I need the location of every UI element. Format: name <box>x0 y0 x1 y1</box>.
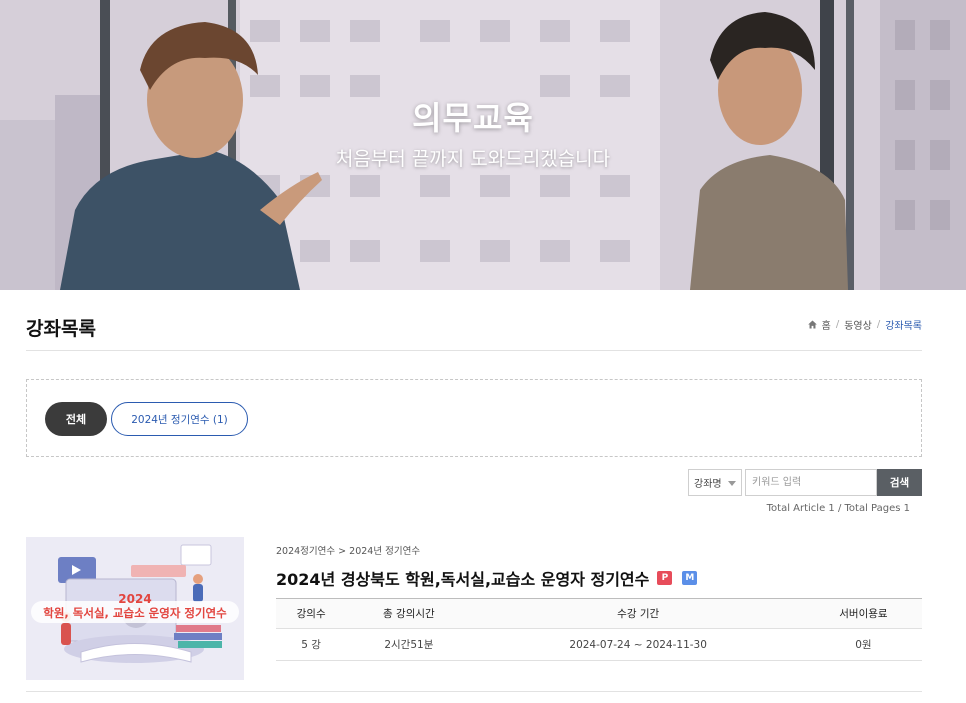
breadcrumb-current[interactable]: 강좌목록 <box>885 317 922 332</box>
server-fee: 0원 <box>804 628 922 661</box>
filter-all-button[interactable]: 전체 <box>45 402 107 436</box>
breadcrumb-home[interactable]: 홈 <box>822 317 831 332</box>
category-path-1[interactable]: 2024정기연수 <box>276 546 335 557</box>
total-count: Total Article 1 / Total Pages 1 <box>766 503 910 514</box>
page-title: 강좌목록 <box>26 318 96 340</box>
search-field-select[interactable]: 강좌명 <box>688 469 742 496</box>
breadcrumb-separator: / <box>835 319 840 330</box>
chevron-down-icon <box>728 481 736 486</box>
course-thumbnail[interactable]: 2024 학원, 독서실, 교습소 운영자 정기연수 <box>26 537 244 680</box>
search-select-value: 강좌명 <box>694 479 722 490</box>
course-info-table: 강의수 총 강의시간 수강 기간 서버이용료 5 강 2시간51분 2024-0… <box>276 598 922 661</box>
filter-category-button[interactable]: 2024년 정기연수 (1) <box>111 402 248 436</box>
divider <box>26 350 922 351</box>
table-header: 총 강의시간 <box>346 598 472 629</box>
table-header: 서버이용료 <box>804 598 922 629</box>
table-header: 수강 기간 <box>471 598 805 629</box>
total-lecture-time: 2시간51분 <box>346 628 472 661</box>
badge-pc: P <box>657 571 673 585</box>
course-title[interactable]: 2024년 경상북도 학원,독서실,교습소 운영자 정기연수 <box>276 566 649 590</box>
hero-banner: 의무교육 처음부터 끝까지 도와드리겠습니다 <box>0 0 966 290</box>
category-path-2[interactable]: 2024년 정기연수 <box>349 546 420 557</box>
divider <box>26 691 922 692</box>
badge-mobile: M <box>682 571 698 585</box>
table-row: 5 강 2시간51분 2024-07-24 ~ 2024-11-30 0원 <box>276 628 922 661</box>
breadcrumb: 홈 / 동영상 / 강좌목록 <box>807 317 922 332</box>
hero-title: 의무교육 <box>412 99 534 137</box>
lecture-count: 5 강 <box>276 628 347 661</box>
course-category-path: 2024정기연수 > 2024년 정기연수 <box>276 543 420 557</box>
breadcrumb-video[interactable]: 동영상 <box>844 317 872 332</box>
course-title-row[interactable]: 2024년 경상북도 학원,독서실,교습소 운영자 정기연수 P M <box>276 566 698 590</box>
hero-subtitle: 처음부터 끝까지 도와드리겠습니다 <box>335 148 611 170</box>
home-icon[interactable] <box>807 320 817 329</box>
enrollment-period: 2024-07-24 ~ 2024-11-30 <box>471 628 805 661</box>
table-header: 강의수 <box>276 598 347 629</box>
chevron-right-icon: > <box>338 546 347 557</box>
thumbnail-year: 2024 <box>118 592 152 606</box>
search-button[interactable]: 검색 <box>877 469 922 496</box>
breadcrumb-separator: / <box>876 319 881 330</box>
category-filter: 전체 2024년 정기연수 (1) <box>26 379 922 457</box>
search-input[interactable] <box>745 469 877 496</box>
thumbnail-caption: 학원, 독서실, 교습소 운영자 정기연수 <box>43 606 227 620</box>
